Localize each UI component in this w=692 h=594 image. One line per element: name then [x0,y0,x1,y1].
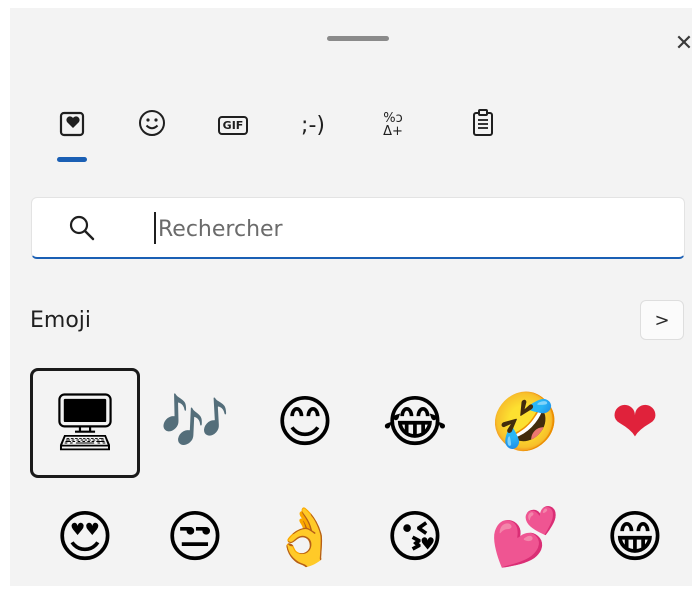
rolling-on-floor-laughing-emoji: 🤣 [490,390,560,455]
symbols-tab[interactable]: %ↄ Δ+ [368,100,418,150]
close-icon[interactable]: ✕ [670,30,692,58]
ok-hand-emoji: 👌 [270,505,340,570]
emoji-cell[interactable]: 😒 [140,483,250,593]
blowing-kiss-emoji: 😘 [385,505,445,570]
red-heart-emoji: ❤ [611,390,659,455]
emoji-cell[interactable]: 😍 [30,483,140,593]
chevron-right-icon: > [654,309,670,331]
category-tabs: GIF ;-) %ↄ Δ+ [40,100,500,170]
tears-of-joy-emoji: 😂 [382,390,448,455]
search-box[interactable] [31,197,685,259]
two-hearts-emoji: 💕 [490,505,560,570]
unamused-face-emoji: 😒 [165,505,225,570]
emoji-cell[interactable]: 😁 [580,483,690,593]
drag-handle[interactable] [327,36,389,41]
emoji-tab[interactable] [48,100,98,150]
section-title: Emoji [30,308,92,333]
emoji-cell[interactable]: 😂 [360,368,470,478]
search-icon [68,214,96,242]
section-next-button[interactable]: > [640,300,684,340]
smiling-face-emoji: 😊 [275,390,335,455]
emoji-cell[interactable]: 💕 [470,483,580,593]
symbols-icon: %ↄ Δ+ [383,111,403,139]
emoji-cell[interactable]: 😘 [360,483,470,593]
emoji-cell[interactable]: 🤣 [470,368,580,478]
beaming-face-emoji: 😁 [605,505,665,570]
clipboard-tab[interactable] [458,100,508,150]
kaomoji-icon: ;-) [301,112,325,138]
heart-eyes-emoji: 😍 [55,505,115,570]
emoji-cell[interactable]: ❤ [580,368,690,478]
clipboard-icon [468,107,498,143]
emoji-cell[interactable]: 😊 [250,368,360,478]
desktop-computer-emoji: 🖥 [49,390,121,455]
smiley-icon [136,107,168,143]
emoji-cell[interactable]: 🖥 [30,368,140,478]
smiley-tab[interactable] [127,100,177,150]
musical-notes-emoji: 🎶 [160,390,230,455]
emoji-cell[interactable]: 👌 [250,483,360,593]
kaomoji-tab[interactable]: ;-) [288,100,338,150]
gif-icon: GIF [217,115,249,135]
emoji-grid: 🖥 🎶 😊 😂 🤣 ❤ 😍 😒 👌 😘 💕 😁 [30,368,690,588]
search-input[interactable] [156,208,660,250]
gif-tab[interactable]: GIF [208,100,258,150]
heart-tile-icon [57,107,89,143]
emoji-cell[interactable]: 🎶 [140,368,250,478]
selected-tab-indicator [57,157,87,162]
